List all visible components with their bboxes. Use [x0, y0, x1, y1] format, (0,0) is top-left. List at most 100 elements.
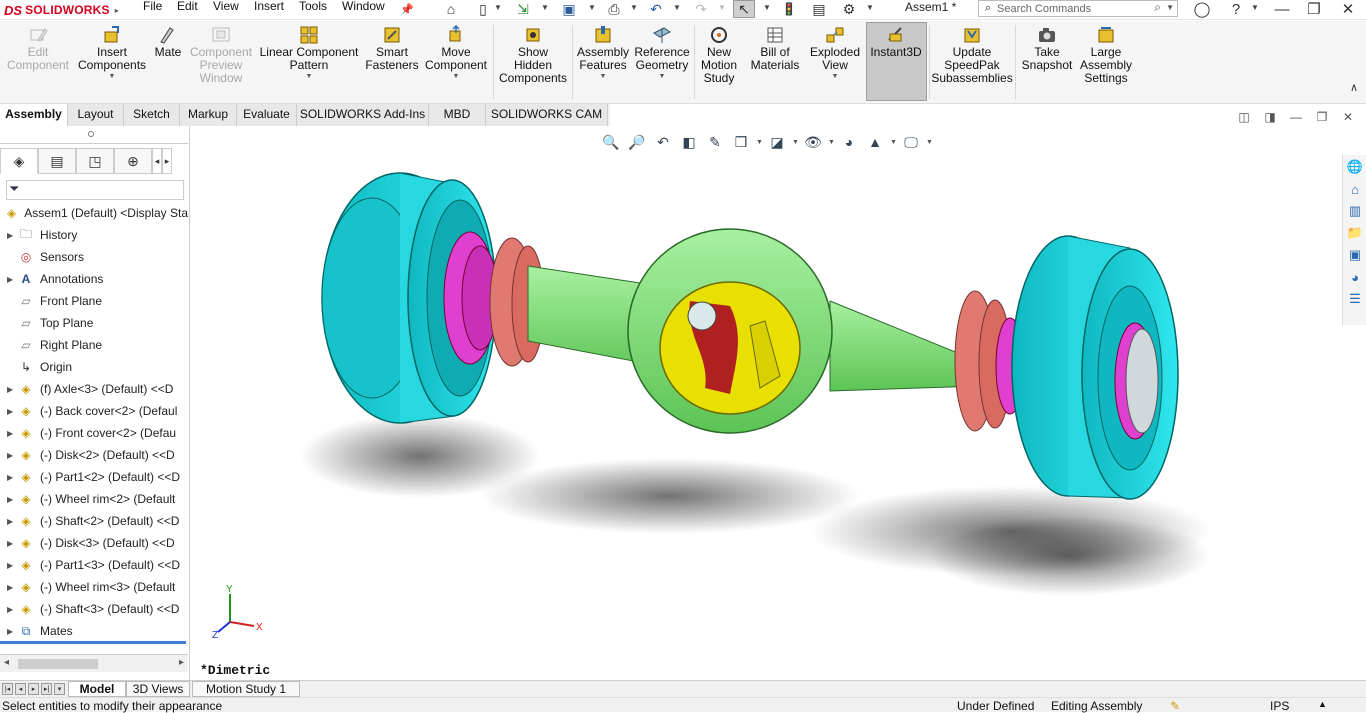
- expand-icon[interactable]: ▶: [7, 451, 17, 460]
- tabs-scroll-right-icon[interactable]: ▸: [162, 148, 172, 174]
- menu-window[interactable]: Window: [342, 0, 385, 18]
- design-library-icon[interactable]: ▥: [1344, 201, 1366, 221]
- tree-item-front-plane[interactable]: ▱ Front Plane: [0, 290, 188, 312]
- assembly-features-dropdown-icon[interactable]: ▼: [600, 73, 607, 80]
- search-icon[interactable]: ⌕: [1154, 0, 1161, 15]
- tab-mbd[interactable]: MBD: [429, 104, 486, 126]
- filter-icon[interactable]: ⏷: [9, 181, 19, 196]
- expand-icon[interactable]: ▶: [7, 231, 17, 240]
- mate-button[interactable]: Mate: [152, 23, 184, 59]
- tree-item-component[interactable]: ▶ ◈ (-) Shaft<3> (Default) <<D: [0, 598, 188, 620]
- view-palette-icon[interactable]: ▣: [1344, 245, 1366, 265]
- model-viewport[interactable]: Y X Z: [190, 126, 1366, 680]
- restore-window-icon[interactable]: ❐: [1300, 0, 1328, 18]
- save-icon[interactable]: ▣: [558, 0, 580, 18]
- tree-item-component[interactable]: ▶ ◈ (-) Wheel rim<2> (Default: [0, 488, 188, 510]
- hide-show-items-icon[interactable]: 👁: [802, 132, 824, 152]
- tree-item-origin[interactable]: ↳ Origin: [0, 356, 188, 378]
- user-account-icon[interactable]: ◯: [1188, 0, 1216, 18]
- tree-item-component[interactable]: ▶ ◈ (-) Back cover<2> (Defaul: [0, 400, 188, 422]
- select-icon[interactable]: ↖: [733, 0, 755, 18]
- take-snapshot-button[interactable]: Take Snapshot: [1019, 23, 1075, 72]
- scroll-right-icon[interactable]: ▸: [179, 657, 184, 668]
- tree-root-assembly[interactable]: ◈ Assem1 (Default) <Display Sta: [0, 202, 188, 224]
- collapse-ribbon-icon[interactable]: ∧: [1350, 81, 1358, 94]
- viewport-split-right-icon[interactable]: ◨: [1262, 110, 1278, 124]
- options-icon[interactable]: ⚙: [838, 0, 860, 18]
- select-dropdown-icon[interactable]: ▼: [763, 3, 771, 12]
- view-orientation-dropdown-icon[interactable]: ▼: [756, 139, 763, 146]
- tree-item-component[interactable]: ▶ ◈ (-) Disk<3> (Default) <<D: [0, 532, 188, 554]
- expand-icon[interactable]: ▶: [7, 539, 17, 548]
- menu-file[interactable]: File: [143, 0, 162, 18]
- rollback-bar[interactable]: [0, 641, 186, 644]
- tree-item-sensors[interactable]: ◎ Sensors: [0, 246, 188, 268]
- tab-markup[interactable]: Markup: [180, 104, 237, 126]
- tab-layout[interactable]: Layout: [68, 104, 124, 126]
- menu-tools[interactable]: Tools: [299, 0, 327, 18]
- custom-properties-icon[interactable]: ☰: [1344, 289, 1366, 309]
- search-dropdown-icon[interactable]: ▼: [1166, 3, 1174, 12]
- menu-insert[interactable]: Insert: [254, 0, 284, 18]
- search-input[interactable]: Search Commands: [997, 3, 1091, 15]
- tab-solidworks-cam[interactable]: SOLIDWORKS CAM: [486, 104, 608, 126]
- apply-scene-dropdown-icon[interactable]: ▼: [890, 139, 897, 146]
- solidworks-resources-icon[interactable]: 🌐: [1344, 157, 1366, 177]
- tree-item-top-plane[interactable]: ▱ Top Plane: [0, 312, 188, 334]
- search-scope-icon[interactable]: ⌕: [979, 2, 997, 15]
- viewport-split-left-icon[interactable]: ◫: [1236, 110, 1252, 124]
- file-properties-icon[interactable]: ▤: [808, 0, 830, 18]
- tree-item-right-plane[interactable]: ▱ Right Plane: [0, 334, 188, 356]
- front-cover[interactable]: [659, 281, 801, 415]
- undo-dropdown-icon[interactable]: ▼: [673, 3, 681, 12]
- move-component-dropdown-icon[interactable]: ▼: [453, 73, 460, 80]
- configuration-manager-tab-icon[interactable]: ◳: [76, 148, 114, 174]
- tree-item-component[interactable]: ▶ ◈ (-) Part1<3> (Default) <<D: [0, 554, 188, 576]
- expand-icon[interactable]: ▶: [7, 275, 17, 284]
- prev-tab-icon[interactable]: ◂: [15, 683, 26, 695]
- zoom-to-area-icon[interactable]: 🔎: [626, 132, 648, 152]
- tab-sketch[interactable]: Sketch: [124, 104, 180, 126]
- expand-icon[interactable]: ▶: [7, 605, 17, 614]
- tree-item-component[interactable]: ▶ ◈ (-) Shaft<2> (Default) <<D: [0, 510, 188, 532]
- apply-scene-icon[interactable]: ▲: [864, 132, 886, 152]
- tree-item-annotations[interactable]: ▶ A Annotations: [0, 268, 188, 290]
- last-tab-icon[interactable]: ▸|: [41, 683, 52, 695]
- expand-icon[interactable]: ▶: [7, 385, 17, 394]
- close-window-icon[interactable]: ✕: [1334, 0, 1362, 18]
- reference-geometry-button[interactable]: Reference Geometry ▼: [632, 23, 692, 80]
- tab-model[interactable]: Model: [68, 681, 126, 697]
- file-explorer-icon[interactable]: 📁: [1344, 223, 1366, 243]
- instant3d-button[interactable]: Instant3D: [867, 23, 925, 59]
- view-settings-icon[interactable]: 🖵: [900, 132, 922, 152]
- appearances-icon[interactable]: ◕: [1344, 267, 1366, 287]
- view-settings-dropdown-icon[interactable]: ▼: [926, 139, 933, 146]
- graphics-area[interactable]: Y X Z: [190, 126, 1366, 680]
- help-icon[interactable]: ?: [1222, 0, 1250, 18]
- expand-icon[interactable]: ▶: [7, 627, 17, 636]
- show-hidden-components-button[interactable]: Show Hidden Components: [498, 23, 568, 85]
- menu-edit[interactable]: Edit: [177, 0, 198, 18]
- update-speedpak-button[interactable]: Update SpeedPak Subassemblies: [931, 23, 1013, 85]
- view-orientation-icon[interactable]: ❒: [730, 132, 752, 152]
- menu-view[interactable]: View: [213, 0, 239, 18]
- print-icon[interactable]: ⎙: [603, 0, 625, 18]
- expand-icon[interactable]: ▶: [7, 407, 17, 416]
- expand-icon[interactable]: ▶: [7, 495, 17, 504]
- zoom-to-fit-icon[interactable]: 🔍: [600, 132, 622, 152]
- tree-item-mates[interactable]: ▶ ⧉ Mates: [0, 620, 188, 642]
- new-document-icon[interactable]: ▯: [472, 0, 494, 18]
- new-dropdown-icon[interactable]: ▼: [494, 3, 502, 12]
- tree-item-component[interactable]: ▶ ◈ (-) Front cover<2> (Defau: [0, 422, 188, 444]
- right-wheel-rim[interactable]: [1011, 235, 1179, 500]
- open-dropdown-icon[interactable]: ▼: [541, 3, 549, 12]
- large-assembly-settings-button[interactable]: Large Assembly Settings: [1078, 23, 1134, 85]
- linear-component-pattern-button[interactable]: Linear Component Pattern ▼: [258, 23, 360, 80]
- display-style-dropdown-icon[interactable]: ▼: [792, 139, 799, 146]
- first-tab-icon[interactable]: |◂: [2, 683, 13, 695]
- display-style-icon[interactable]: ◪: [766, 132, 788, 152]
- unit-system[interactable]: IPS: [1270, 699, 1289, 713]
- expand-icon[interactable]: ▶: [7, 429, 17, 438]
- panel-splitter[interactable]: [0, 128, 188, 144]
- tab-motion-study-1[interactable]: Motion Study 1: [192, 681, 300, 697]
